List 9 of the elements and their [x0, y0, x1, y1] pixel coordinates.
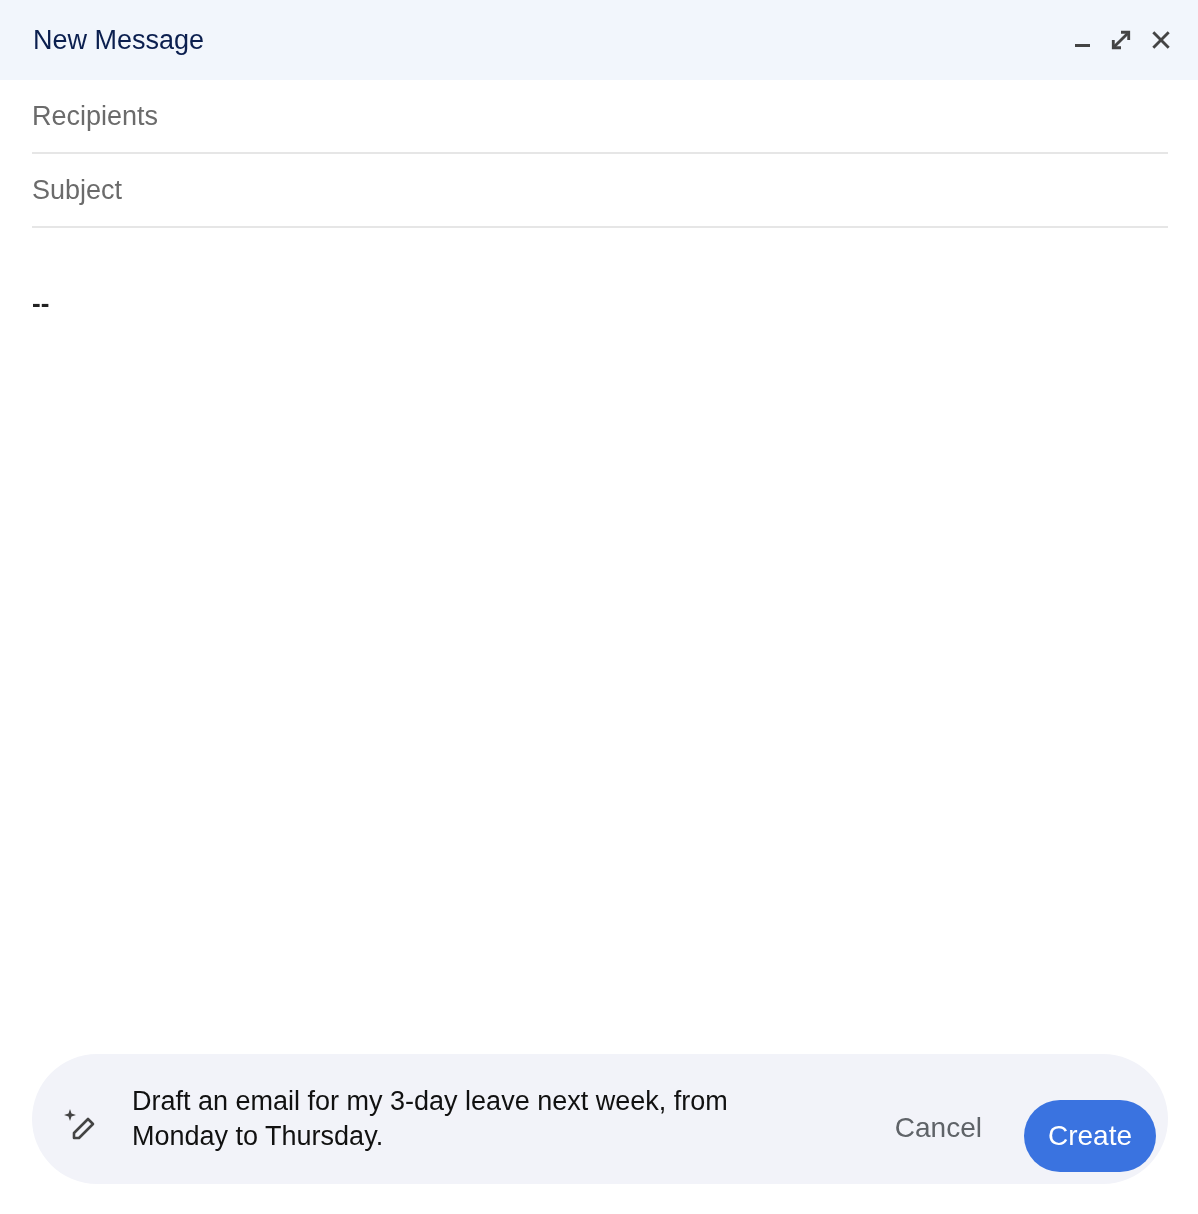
- create-button[interactable]: Create: [1023, 1100, 1156, 1172]
- input-field[interactable]: Recipients: [32, 80, 1168, 154]
- input-field[interactable]: Subject: [32, 154, 1168, 228]
- cancel-button[interactable]: Cancel: [878, 1102, 998, 1154]
- window-title: New Message: [33, 24, 205, 56]
- prompt-field[interactable]: Draft an email for my 3-day leave next week, from Monday to Thursday.: [132, 1084, 782, 1154]
- close-icon[interactable]: [1150, 29, 1172, 51]
- signature-text: --: [32, 288, 50, 318]
- expand-icon[interactable]: [1110, 29, 1132, 51]
